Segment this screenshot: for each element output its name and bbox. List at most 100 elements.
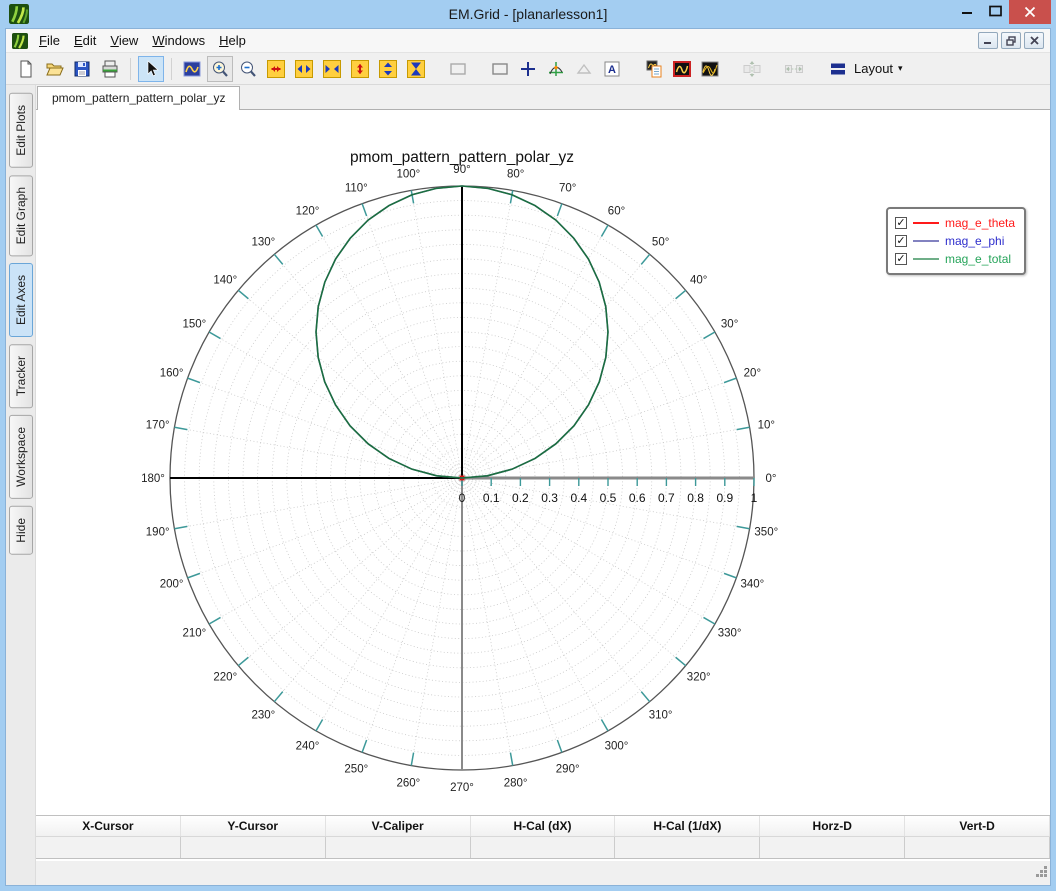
document-area: pmom_pattern_pattern_polar_yz 0 0.1 0.2 0.3… (36, 85, 1050, 885)
new-file-button[interactable] (13, 56, 39, 82)
toolbar-separator (130, 57, 131, 80)
show-legend-icon (646, 60, 662, 77)
angle-tick-label: 150° (182, 319, 206, 331)
select-cursor-button[interactable] (138, 55, 164, 82)
cursor-col-header: X-Cursor (36, 816, 181, 836)
sidebar-tab-edit-plots[interactable]: Edit Plots (8, 93, 33, 168)
sidebar-tab-edit-axes[interactable]: Edit Axes (8, 263, 33, 338)
expand-y-button[interactable] (347, 56, 373, 82)
maximize-button[interactable] (981, 0, 1009, 22)
sidebar-tab-edit-graph[interactable]: Edit Graph (8, 174, 33, 257)
menu-bar: File Edit View Windows Help (6, 29, 1050, 53)
sidebar-tab-workspace[interactable]: Workspace (8, 415, 33, 500)
fit-vertical-icon (743, 60, 761, 77)
fit-vertical-button (739, 56, 765, 82)
angle-tick-label: 230° (251, 710, 275, 722)
angle-tick-label: 80° (507, 169, 524, 181)
angle-tick-label: 120° (296, 205, 320, 217)
shrink-x-button[interactable] (291, 56, 317, 82)
legend-checkbox-mag_e_total[interactable]: ✓ (895, 253, 907, 265)
cursor-value-row (36, 837, 1050, 858)
open-file-icon (46, 63, 64, 75)
document-tab[interactable]: pmom_pattern_pattern_polar_yz (37, 86, 241, 110)
open-file-button[interactable] (41, 56, 67, 82)
menu-help[interactable]: Help (212, 30, 253, 51)
legend-checkbox-mag_e_phi[interactable]: ✓ (895, 235, 907, 247)
cursor-col-header: H-Cal (1/dX) (615, 816, 761, 836)
angle-tick-label: 280° (504, 777, 528, 789)
fit-horizontal-button (781, 56, 807, 82)
plot-frame-button[interactable] (669, 56, 695, 82)
shrink-y-button[interactable] (375, 56, 401, 82)
menu-items: File Edit View Windows Help (32, 32, 253, 50)
radial-tick-label: 0.9 (716, 491, 733, 505)
add-text-icon: A (604, 61, 620, 76)
print-button[interactable] (97, 56, 123, 82)
resize-grip-icon[interactable] (1036, 864, 1047, 882)
add-text-button[interactable]: A (599, 56, 625, 82)
angle-tick-label: 140° (213, 274, 237, 286)
select-rect-button[interactable] (445, 56, 471, 82)
expand-x-icon (267, 59, 285, 78)
angle-tick-label: 170° (146, 419, 170, 431)
new-file-icon (20, 60, 32, 77)
print-icon (102, 60, 118, 77)
save-file-button[interactable] (69, 56, 95, 82)
angle-tick-label: 260° (396, 777, 420, 789)
tab-strip: pmom_pattern_pattern_polar_yz (36, 85, 1050, 110)
menu-edit[interactable]: Edit (67, 30, 103, 51)
plot-frame-icon (673, 60, 691, 77)
crosshair-button[interactable] (515, 56, 541, 82)
show-legend-button[interactable] (641, 56, 667, 82)
legend-entry-mag_e_total: ✓ mag_e_total (895, 250, 1015, 268)
cursor-col-header: H-Cal (dX) (471, 816, 616, 836)
workspace: Edit Plots Edit Graph Edit Axes Tracker Work… (6, 85, 1050, 885)
plot-curves-button[interactable] (697, 56, 723, 82)
compress-y-button[interactable] (403, 56, 429, 82)
legend-entry-mag_e_theta: ✓ mag_e_theta (895, 214, 1015, 232)
angle-tick-label: 110° (345, 183, 368, 195)
layout-menu-button[interactable]: Layout ▾ (822, 56, 910, 82)
expand-y-icon (351, 59, 369, 78)
menu-view[interactable]: View (103, 30, 145, 51)
compress-x-button[interactable] (319, 56, 345, 82)
cursor-col-header: Y-Cursor (181, 816, 326, 836)
cursor-col-value (471, 837, 616, 858)
caliper-triangle-button (571, 56, 597, 82)
angle-tick-label: 270° (450, 782, 474, 794)
menu-windows[interactable]: Windows (145, 30, 212, 51)
cursor-readout-bar: X-Cursor Y-Cursor V-Caliper H-Cal (dX) H-Cal… (36, 815, 1050, 859)
legend-checkbox-mag_e_theta[interactable]: ✓ (895, 217, 907, 229)
zoom-in-button[interactable] (207, 55, 233, 82)
tracker-axes-button[interactable] (543, 56, 569, 82)
minimize-button[interactable] (953, 0, 981, 22)
angle-tick-label: 160° (160, 367, 184, 379)
cursor-header-row: X-Cursor Y-Cursor V-Caliper H-Cal (dX) H-Cal… (36, 816, 1050, 837)
menu-file[interactable]: File (32, 30, 67, 51)
cursor-col-header: V-Caliper (326, 816, 471, 836)
cursor-col-value (905, 837, 1050, 858)
legend-label: mag_e_phi (945, 234, 1005, 248)
mdi-restore-button[interactable] (1001, 32, 1021, 49)
zoom-out-button[interactable] (235, 56, 261, 82)
close-button[interactable] (1009, 0, 1051, 24)
zoom-window-button[interactable] (179, 56, 205, 82)
sidebar-tab-hide[interactable]: Hide (8, 506, 33, 555)
sidebar-tab-tracker[interactable]: Tracker (8, 344, 33, 409)
angle-tick-label: 310° (649, 710, 673, 722)
expand-x-button[interactable] (263, 56, 289, 82)
cursor-col-header: Horz-D (760, 816, 906, 836)
svg-text:A: A (608, 64, 616, 76)
angle-tick-label: 220° (213, 672, 237, 684)
title-bar: EM.Grid - [planarlesson1] (5, 0, 1051, 28)
chart-title: pmom_pattern_pattern_polar_yz (350, 149, 574, 166)
select-rect-2-button[interactable] (487, 56, 513, 82)
legend-label: mag_e_total (945, 252, 1012, 266)
mdi-close-button[interactable] (1024, 32, 1044, 49)
layout-label: Layout (854, 61, 894, 76)
zoom-in-icon (213, 61, 228, 77)
angle-tick-label: 320° (687, 672, 711, 684)
radial-tick-label: 0.2 (512, 491, 529, 505)
mdi-minimize-button[interactable] (978, 32, 998, 49)
caliper-triangle-icon (576, 63, 592, 74)
